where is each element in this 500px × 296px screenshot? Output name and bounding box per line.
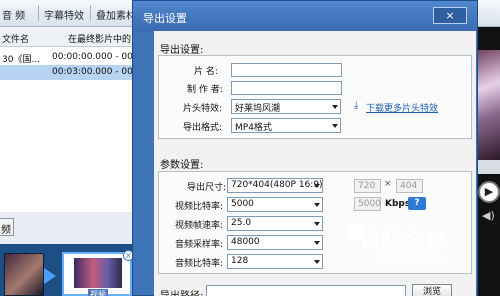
height-field: 404 <box>396 179 423 193</box>
video-bitrate-field: 5000 <box>354 197 381 211</box>
tab-overlay-materials[interactable]: 叠加素材 <box>96 7 136 22</box>
tab-divider <box>38 5 39 21</box>
intro-effect-label: 片头特效: <box>183 104 223 114</box>
chevron-down-icon <box>314 260 320 264</box>
storyboard-thumbnail[interactable] <box>4 253 44 296</box>
export-path-input[interactable] <box>206 285 406 296</box>
video-bitrate-value: 5000 <box>231 199 254 209</box>
watermark-title: 百科全说 <box>360 228 448 252</box>
kbps-unit: Kbps <box>385 199 411 209</box>
audio-bitrate-select[interactable]: 128 <box>227 254 323 269</box>
format-label: 导出格式: <box>183 123 223 133</box>
size-label: 导出尺寸: <box>187 183 227 193</box>
dialog-title: 导出设置 <box>143 12 187 25</box>
audio-bitrate-label: 音频比特率: <box>175 259 224 269</box>
close-icon[interactable]: × <box>433 7 467 24</box>
chevron-down-icon <box>314 222 320 226</box>
tab-subtitle-effects[interactable]: 字幕特效 <box>44 7 84 22</box>
left-panel-button[interactable]: 频 <box>0 218 14 236</box>
arrow-right-icon <box>44 268 56 284</box>
play-button[interactable]: ▶ <box>478 181 500 203</box>
list-item-time: 00:03:00.000 - 00:0 <box>52 67 142 77</box>
size-value: 720*404(480P 16:9) <box>231 180 323 190</box>
tab-divider <box>90 5 91 21</box>
sample-rate-label: 音频采样率: <box>175 240 224 250</box>
name-input[interactable] <box>231 63 342 77</box>
column-timeline[interactable]: 在最终影片中的 <box>68 32 131 45</box>
thumbnail-image <box>74 258 122 288</box>
frame-rate-select[interactable]: 25.0 <box>227 216 323 231</box>
chevron-down-icon <box>314 241 320 245</box>
thumbnail-caption: 视频 <box>88 289 108 296</box>
column-filename[interactable]: 文件名 <box>2 32 29 45</box>
tab-audio[interactable]: 音 频 <box>2 7 25 22</box>
width-field: 720 <box>354 179 381 193</box>
browse-button[interactable]: 浏览 <box>412 284 452 296</box>
author-input[interactable] <box>231 81 342 95</box>
list-item-name: 30《国... <box>2 55 41 65</box>
times-sign: × <box>384 179 392 189</box>
name-label: 片 名: <box>194 67 218 77</box>
dialog-titlebar[interactable]: 导出设置 × <box>133 1 477 31</box>
download-more-effects-link[interactable]: 下载更多片头特效 <box>366 101 438 114</box>
intro-effect-value: 好莱坞风潮 <box>235 104 281 114</box>
watermark-subtitle: 助你轻松解决 <box>372 252 444 265</box>
format-select[interactable]: MP4格式 <box>231 118 341 133</box>
author-label: 制 作 者: <box>187 85 223 95</box>
chevron-down-icon <box>314 203 320 207</box>
frame-rate-value: 25.0 <box>231 218 252 228</box>
frame-rate-label: 视频帧速率: <box>175 221 224 231</box>
format-value: MP4格式 <box>235 123 272 133</box>
video-bitrate-label: 视频比特率: <box>175 202 224 212</box>
intro-effect-select[interactable]: 好莱坞风潮 <box>231 99 341 114</box>
storyboard-thumbnail-selected[interactable]: 视频 <box>62 252 132 296</box>
export-section-heading: 导出设置: <box>160 45 204 56</box>
list-item-time: 00:00:00.000 - 00:0 <box>52 52 142 62</box>
export-path-label: 导出路径: <box>160 287 203 296</box>
sample-rate-select[interactable]: 48000 <box>227 235 323 250</box>
sample-rate-value: 48000 <box>231 237 260 247</box>
size-select[interactable]: 720*404(480P 16:9) <box>227 178 323 193</box>
chevron-down-icon <box>314 184 320 188</box>
param-section-heading: 参数设置: <box>160 160 204 171</box>
video-bitrate-select[interactable]: 5000 <box>227 197 323 212</box>
chevron-down-icon <box>332 105 338 109</box>
volume-icon[interactable]: ◀) <box>482 209 495 222</box>
audio-bitrate-value: 128 <box>231 256 249 266</box>
help-icon[interactable]: ? <box>408 197 426 210</box>
download-icon[interactable]: ⤓ <box>354 100 358 111</box>
chevron-down-icon <box>332 124 338 128</box>
